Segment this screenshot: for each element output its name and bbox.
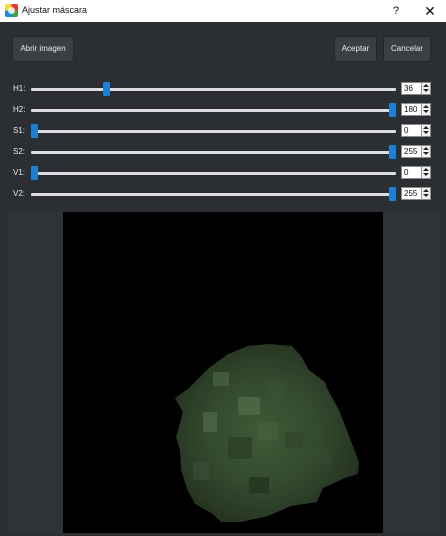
slider-row-v1: V1: 0	[0, 166, 446, 180]
slider-track-h2[interactable]	[31, 103, 396, 117]
spin-arrows-icon[interactable]	[421, 146, 430, 157]
spinbox-value[interactable]: 36	[404, 84, 413, 93]
spinbox-h1[interactable]: 36	[401, 82, 431, 95]
spin-arrows-icon[interactable]	[421, 104, 430, 115]
title-bar: Ajustar máscara ? ✕	[0, 0, 446, 22]
help-icon[interactable]: ?	[389, 3, 403, 19]
slider-row-v2: V2: 255	[0, 187, 446, 201]
open-image-button[interactable]: Abrir imagen	[12, 36, 74, 62]
spinbox-h2[interactable]: 180	[401, 103, 431, 116]
spinbox-s1[interactable]: 0	[401, 124, 431, 137]
slider-handle-h2[interactable]	[389, 103, 396, 117]
slider-handle-h1[interactable]	[103, 82, 110, 96]
slider-track-v2[interactable]	[31, 187, 396, 201]
slider-track-v1[interactable]	[31, 166, 396, 180]
slider-label: S2:	[13, 147, 26, 156]
spinbox-value[interactable]: 255	[404, 189, 417, 198]
spin-arrows-icon[interactable]	[421, 83, 430, 94]
slider-track-s1[interactable]	[31, 124, 396, 138]
slider-handle-v1[interactable]	[31, 166, 38, 180]
slider-label: V1:	[13, 168, 26, 177]
mask-preview-image	[63, 212, 383, 533]
spinbox-value[interactable]: 255	[404, 147, 417, 156]
accept-button[interactable]: Aceptar	[334, 36, 377, 62]
slider-label: H1:	[13, 84, 26, 93]
slider-handle-v2[interactable]	[389, 187, 396, 201]
slider-label: V2:	[13, 189, 26, 198]
masked-object-image	[175, 344, 359, 522]
slider-row-s2: S2: 255	[0, 145, 446, 159]
slider-label: S1:	[13, 126, 26, 135]
spinbox-v2[interactable]: 255	[401, 187, 431, 200]
spin-arrows-icon[interactable]	[421, 167, 430, 178]
spinbox-value[interactable]: 180	[404, 105, 417, 114]
slider-row-s1: S1: 0	[0, 124, 446, 138]
spinbox-s2[interactable]: 255	[401, 145, 431, 158]
close-icon[interactable]: ✕	[420, 2, 440, 20]
slider-row-h1: H1: 36	[0, 82, 446, 96]
cancel-button[interactable]: Cancelar	[383, 36, 431, 62]
slider-row-h2: H2: 180	[0, 103, 446, 117]
slider-track-s2[interactable]	[31, 145, 396, 159]
slider-track-h1[interactable]	[31, 82, 396, 96]
spin-arrows-icon[interactable]	[421, 188, 430, 199]
app-logo-icon	[5, 4, 18, 17]
slider-handle-s1[interactable]	[31, 124, 38, 138]
slider-label: H2:	[13, 105, 26, 114]
slider-handle-s2[interactable]	[389, 145, 396, 159]
spin-arrows-icon[interactable]	[421, 125, 430, 136]
spinbox-value[interactable]: 0	[404, 126, 408, 135]
window-title: Ajustar máscara	[22, 5, 88, 15]
spinbox-v1[interactable]: 0	[401, 166, 431, 179]
spinbox-value[interactable]: 0	[404, 168, 408, 177]
